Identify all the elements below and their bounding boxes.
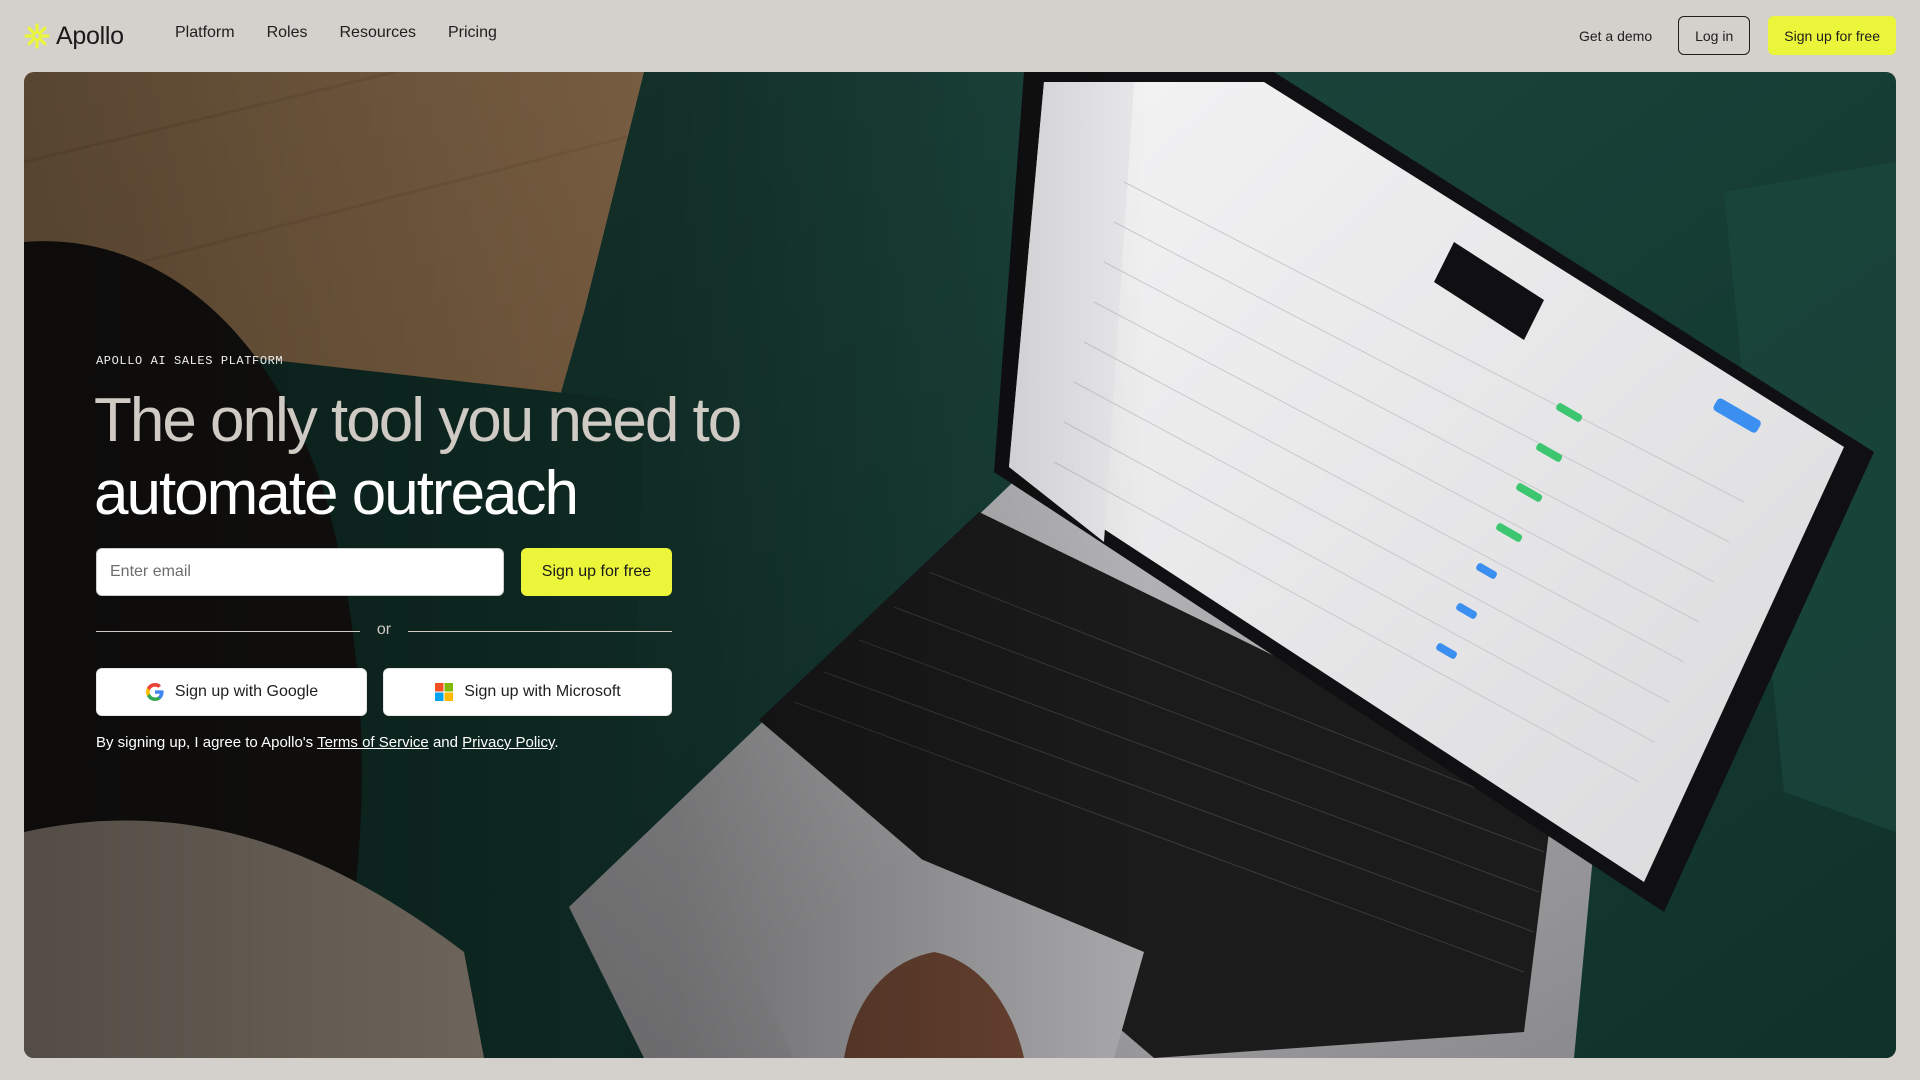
terms-prefix: By signing up, I agree to Apollo's bbox=[96, 734, 314, 751]
headline-soft: The only tool you need to bbox=[94, 386, 742, 455]
hero-eyebrow: APOLLO AI SALES PLATFORM bbox=[96, 354, 284, 368]
signup-button-hero[interactable]: Sign up for free bbox=[521, 548, 672, 596]
divider-left bbox=[96, 631, 360, 632]
divider-right bbox=[408, 631, 672, 632]
terms-suffix: . bbox=[554, 734, 559, 751]
terms-and: and bbox=[432, 734, 458, 751]
signup-button-nav[interactable]: Sign up for free bbox=[1768, 16, 1896, 55]
microsoft-icon bbox=[435, 683, 454, 701]
primary-nav: Platform Roles Resources Pricing bbox=[175, 24, 497, 42]
terms-notice: By signing up, I agree to Apollo's Terms… bbox=[96, 734, 696, 751]
get-demo-link[interactable]: Get a demo bbox=[1579, 28, 1652, 44]
apollo-sunburst-icon bbox=[24, 23, 50, 49]
login-button[interactable]: Log in bbox=[1678, 16, 1751, 55]
email-input[interactable] bbox=[96, 548, 504, 596]
privacy-policy-link[interactable]: Privacy Policy bbox=[462, 734, 554, 751]
headline-strong: automate outreach bbox=[94, 459, 579, 528]
top-navigation: Apollo Platform Roles Resources Pricing … bbox=[0, 0, 1920, 72]
divider-or-label: or bbox=[376, 621, 392, 638]
apollo-logo[interactable]: Apollo bbox=[24, 20, 124, 52]
nav-roles[interactable]: Roles bbox=[267, 24, 308, 42]
microsoft-signup-label: Sign up with Microsoft bbox=[464, 683, 621, 700]
microsoft-signup-button[interactable]: Sign up with Microsoft bbox=[383, 668, 672, 716]
google-signup-label: Sign up with Google bbox=[174, 683, 319, 700]
brand-name: Apollo bbox=[56, 21, 124, 50]
hero-section: APOLLO AI SALES PLATFORM The only tool y… bbox=[24, 72, 1896, 1058]
google-icon bbox=[145, 683, 164, 701]
hero-headline: The only tool you need to automate outre… bbox=[94, 384, 814, 530]
nav-pricing[interactable]: Pricing bbox=[448, 24, 497, 42]
nav-resources[interactable]: Resources bbox=[339, 24, 415, 42]
nav-platform[interactable]: Platform bbox=[175, 24, 235, 42]
terms-of-service-link[interactable]: Terms of Service bbox=[317, 734, 429, 751]
nav-actions: Get a demo Log in Sign up for free bbox=[1579, 16, 1896, 55]
google-signup-button[interactable]: Sign up with Google bbox=[96, 668, 367, 716]
